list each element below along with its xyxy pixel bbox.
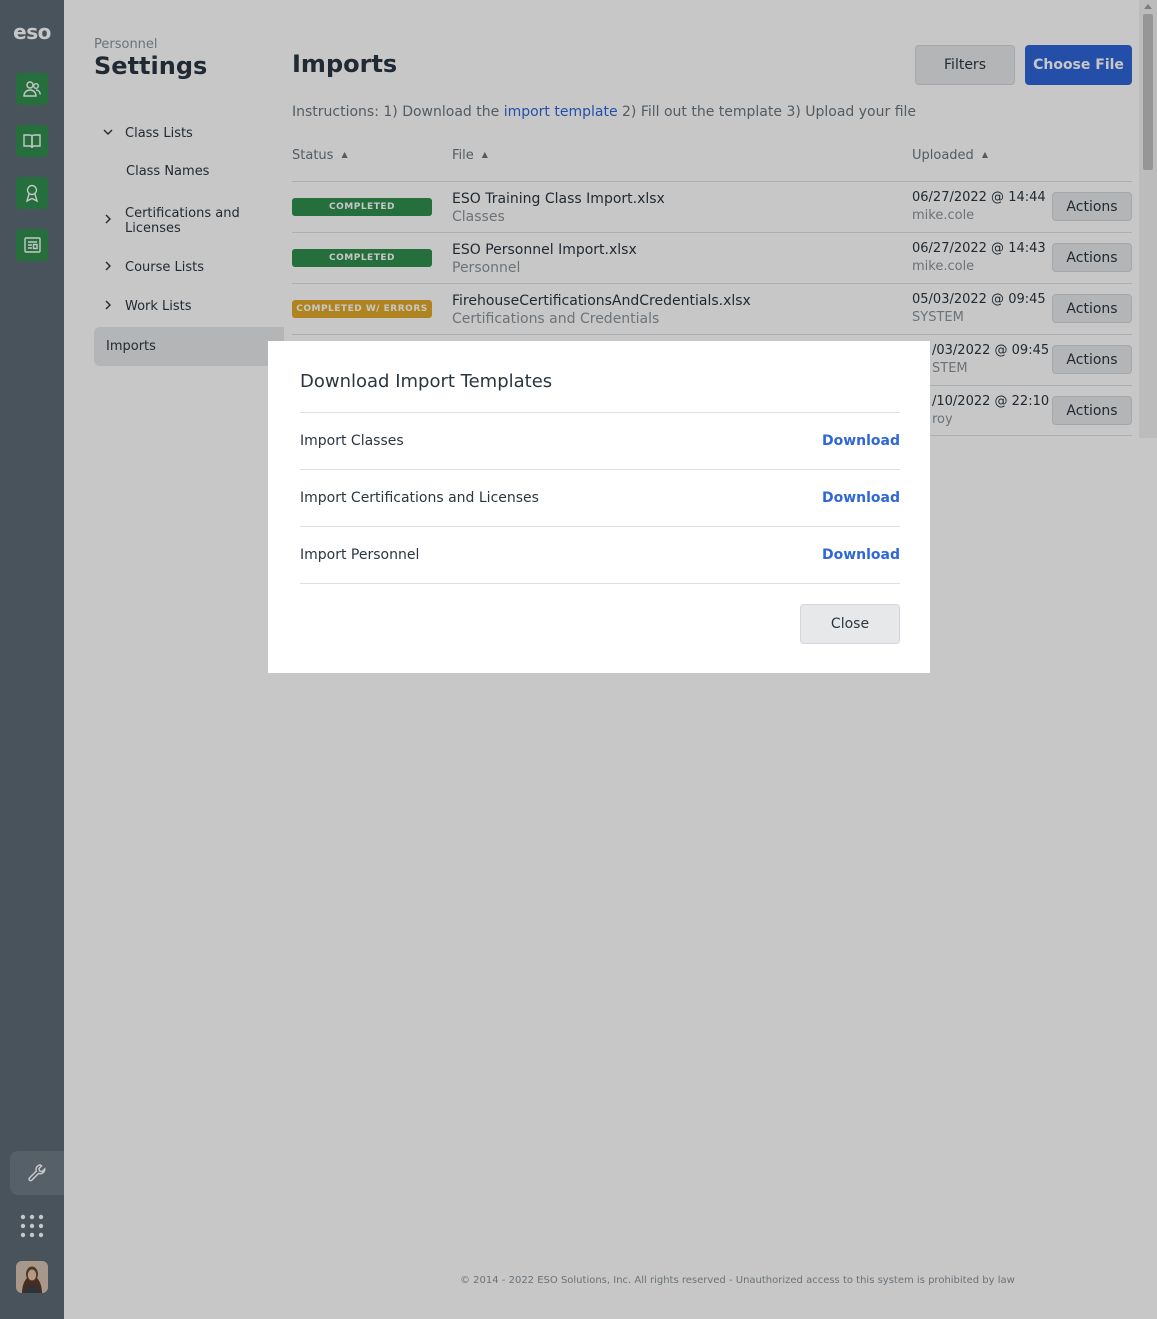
close-button[interactable]: Close	[800, 604, 900, 644]
template-label: Import Classes	[300, 433, 404, 449]
modal-divider	[300, 583, 900, 584]
modal-title: Download Import Templates	[300, 371, 553, 392]
template-row-certifications: Import Certifications and Licenses Downl…	[300, 469, 900, 526]
template-label: Import Personnel	[300, 547, 420, 563]
template-row-classes: Import Classes Download	[300, 412, 900, 469]
template-row-personnel: Import Personnel Download	[300, 526, 900, 583]
download-certifications-link[interactable]: Download	[822, 490, 900, 506]
download-templates-modal: Download Import Templates Import Classes…	[268, 341, 930, 673]
download-personnel-link[interactable]: Download	[822, 547, 900, 563]
template-label: Import Certifications and Licenses	[300, 490, 539, 506]
download-classes-link[interactable]: Download	[822, 433, 900, 449]
